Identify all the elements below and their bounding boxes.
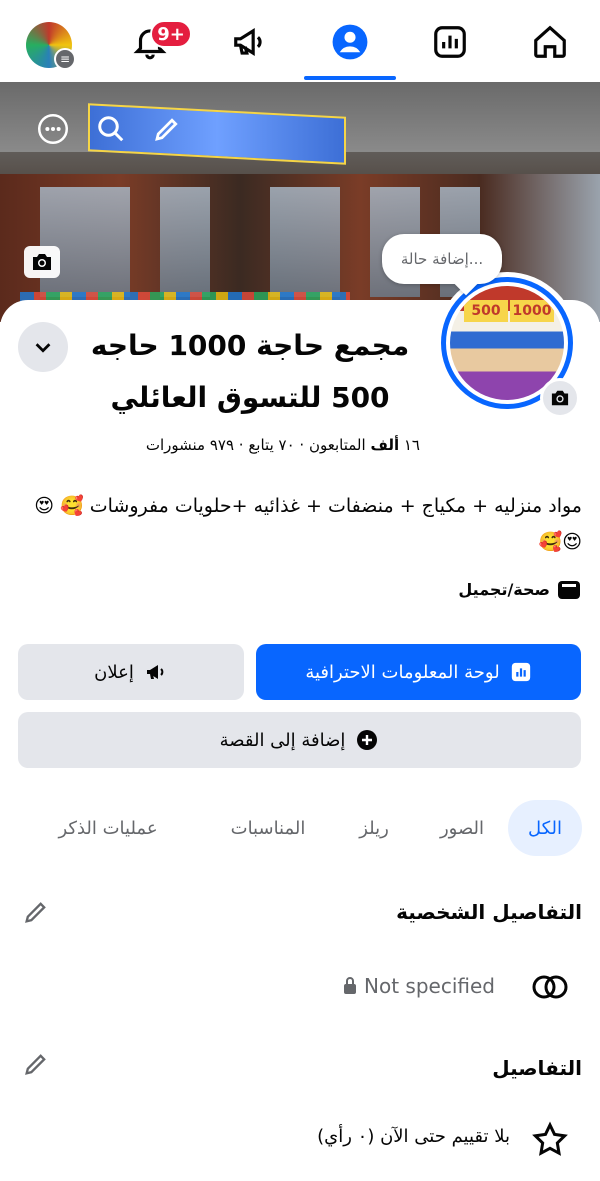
tab-all[interactable]: الكل [508, 800, 582, 856]
followers-count[interactable]: ١٦ [404, 436, 420, 454]
menu-icon: ≡ [54, 48, 76, 70]
professional-dashboard-button[interactable]: لوحة المعلومات الاحترافية [256, 644, 581, 700]
chevron-down-icon [35, 343, 51, 353]
store-window [270, 187, 340, 297]
search-icon [98, 116, 124, 142]
tab-photos[interactable]: الصور [422, 800, 502, 856]
pencil-icon [155, 118, 178, 141]
advertise-button[interactable]: إعلان [18, 644, 244, 700]
following-count[interactable]: · ٧٠ يتابع [248, 436, 304, 454]
rating-text: بلا تقييم حتى الآن (٠ رأي) [317, 1126, 510, 1147]
edit-details-button[interactable] [20, 1048, 52, 1080]
more-icon [38, 114, 68, 144]
dashboard-icon [434, 26, 466, 58]
megaphone-icon [146, 665, 164, 679]
edit-cover-button[interactable] [150, 112, 184, 146]
category-label: صحة/تجميل [458, 580, 550, 599]
profile-tabs: الكل الصور ريلز المناسبات عمليات الذكر [18, 800, 582, 856]
top-navigation: ≡ 9+ [0, 0, 600, 80]
profile-image-tag: 500 [464, 300, 508, 322]
camera-icon [551, 390, 569, 406]
profile-switch-button[interactable] [18, 322, 68, 372]
store-window [40, 187, 130, 297]
home-icon [534, 25, 566, 58]
relationship-icon [530, 972, 570, 1002]
nav-home[interactable] [520, 14, 580, 70]
profile-camera-button[interactable] [540, 378, 580, 418]
tab-events[interactable]: المناسبات [208, 800, 328, 856]
profile-icon [332, 24, 368, 60]
nav-profile[interactable] [320, 14, 380, 70]
relationship-status: Not specified [364, 974, 495, 998]
tab-reels[interactable]: ريلز [334, 800, 414, 856]
pencil-icon [25, 902, 46, 923]
tab-mentions[interactable]: عمليات الذكر [28, 800, 188, 856]
edit-personal-details-button[interactable] [20, 896, 52, 928]
active-tab-indicator [304, 76, 396, 80]
store-window [160, 187, 210, 297]
personal-details-title: التفاصيل الشخصية [396, 900, 582, 924]
add-status-input[interactable]: إضافة حالة... [382, 234, 502, 284]
nav-profile-menu[interactable]: ≡ [20, 14, 80, 70]
nav-dashboard[interactable] [420, 14, 480, 70]
followers-unit: ألف [370, 436, 400, 454]
page-category: صحة/تجميل [440, 580, 580, 599]
dashboard-icon [511, 662, 530, 682]
category-icon [558, 580, 580, 599]
posts-count: · ٩٧٩ منشورات [145, 436, 244, 454]
add-to-story-button[interactable]: إضافة إلى القصة [18, 712, 581, 768]
megaphone-icon [234, 28, 262, 56]
professional-dashboard-label: لوحة المعلومات الاحترافية [305, 661, 500, 683]
camera-icon [33, 254, 51, 270]
pencil-icon [25, 1054, 46, 1075]
add-to-story-label: إضافة إلى القصة [219, 729, 346, 751]
profile-stats: ١٦ ألف المتابعون · ٧٠ يتابع · ٩٧٩ منشورا… [110, 436, 420, 454]
more-options-button[interactable] [36, 112, 70, 146]
add-circle-icon [357, 730, 378, 750]
profile-image-tag: 1000 [510, 300, 554, 322]
search-button[interactable] [94, 112, 128, 146]
profile-bio: مواد منزليه + مكياج + منضفات + غذائيه +ح… [34, 495, 582, 553]
star-icon [530, 1120, 570, 1160]
page-title: مجمع حاجة 1000 حاجه 500 للتسوق العائلي [90, 329, 410, 414]
details-title: التفاصيل [492, 1056, 582, 1080]
advertise-label: إعلان [94, 661, 134, 683]
notifications-badge: 9+ [150, 20, 192, 48]
followers-label[interactable]: المتابعون [309, 436, 366, 454]
lock-icon [342, 976, 358, 996]
cover-camera-button[interactable] [24, 246, 60, 278]
nav-ads[interactable] [220, 14, 280, 70]
